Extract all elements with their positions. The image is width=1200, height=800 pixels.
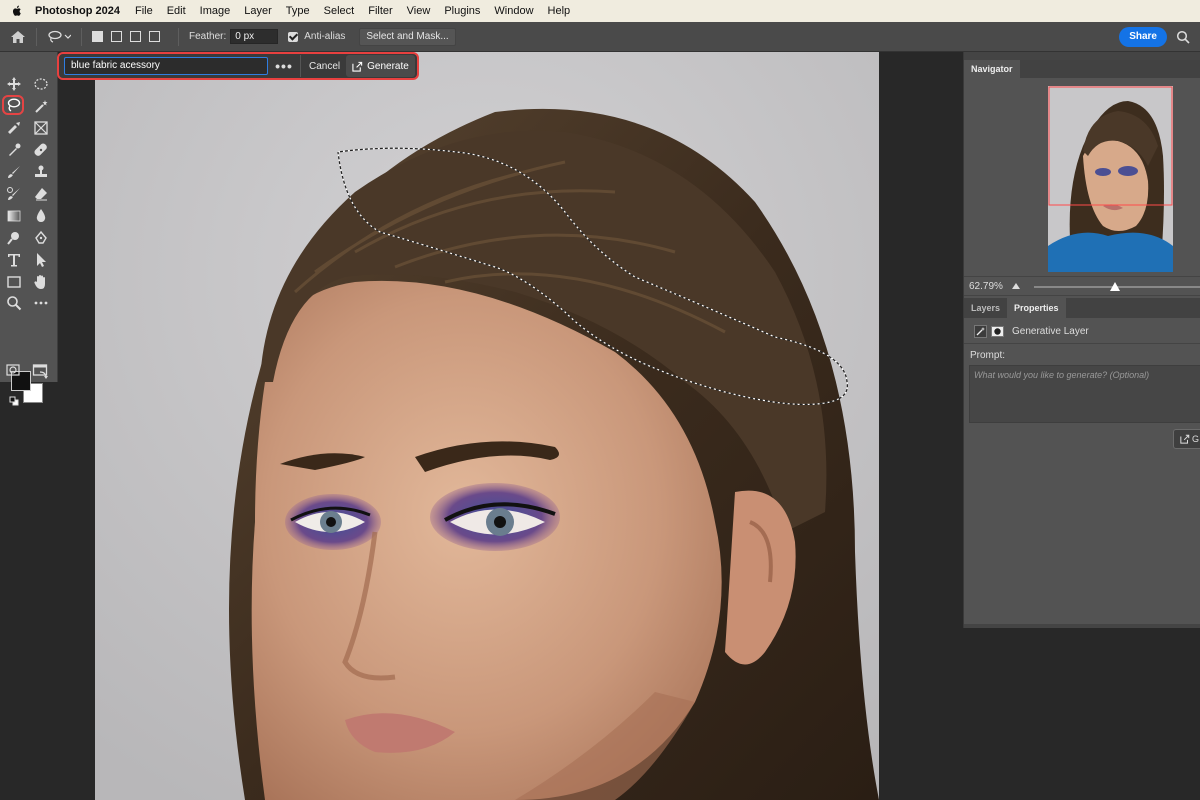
menu-edit[interactable]: Edit [167, 5, 186, 17]
search-icon[interactable] [1176, 30, 1190, 44]
mac-menubar: Photoshop 2024 File Edit Image Layer Typ… [0, 0, 1200, 22]
zoom-tool-icon[interactable] [3, 293, 25, 313]
lasso-tool-icon[interactable] [2, 95, 24, 115]
menu-window[interactable]: Window [494, 5, 533, 17]
divider [300, 55, 301, 77]
anti-alias-checkbox[interactable] [288, 31, 299, 42]
marquee-tool-icon[interactable] [30, 74, 52, 94]
eraser-icon[interactable] [30, 184, 52, 204]
generate-button[interactable]: Generate [346, 55, 415, 77]
frame-tool-icon[interactable] [30, 118, 52, 138]
navigator-preview-image [1048, 86, 1173, 272]
path-selection-icon[interactable] [30, 250, 52, 270]
menu-image[interactable]: Image [200, 5, 231, 17]
share-button[interactable]: Share [1119, 27, 1167, 47]
pen-tool-icon[interactable] [30, 228, 52, 248]
divider [81, 27, 82, 46]
tab-navigator[interactable]: Navigator [964, 60, 1020, 78]
menu-layer[interactable]: Layer [244, 5, 272, 17]
options-bar: Feather: 0 px Anti-alias Select and Mask… [0, 22, 1200, 52]
menu-type[interactable]: Type [286, 5, 310, 17]
stamp-tool-icon[interactable] [30, 162, 52, 182]
contextual-task-bar: blue fabric acessory ••• Cancel Generate [57, 52, 419, 80]
home-icon[interactable] [10, 29, 26, 45]
quick-mask-icon[interactable] [2, 360, 24, 380]
properties-prompt-input[interactable]: What would you like to generate? (Option… [969, 365, 1200, 423]
feather-input[interactable]: 0 px [230, 29, 279, 44]
menu-help[interactable]: Help [548, 5, 571, 17]
navigator-thumbnail[interactable] [1048, 86, 1173, 272]
healing-brush-icon[interactable] [30, 140, 52, 160]
navigator-tabs: Navigator [964, 60, 1200, 78]
more-tools-icon[interactable] [30, 293, 52, 313]
brush-tool-icon[interactable] [3, 162, 25, 182]
feather-label: Feather: [189, 31, 227, 42]
blur-tool-icon[interactable] [30, 206, 52, 226]
object-selection-icon[interactable] [3, 118, 25, 138]
menu-filter[interactable]: Filter [368, 5, 392, 17]
magic-wand-icon[interactable] [30, 96, 52, 116]
select-and-mask-button[interactable]: Select and Mask... [359, 27, 456, 46]
intersect-selection-mode[interactable] [149, 31, 160, 42]
navigator-zoom-row: 62.79% [964, 276, 1200, 296]
dodge-tool-icon[interactable] [3, 228, 25, 248]
document-area [58, 52, 962, 800]
subtract-selection-mode[interactable] [130, 31, 141, 42]
generate-short-label: G [1192, 434, 1200, 444]
move-tool-icon[interactable] [3, 74, 25, 94]
menu-plugins[interactable]: Plugins [444, 5, 480, 17]
layers-properties-tabs: Layers Properties [964, 298, 1200, 318]
prompt-label: Prompt: [970, 350, 1006, 361]
menu-select[interactable]: Select [324, 5, 355, 17]
menu-view[interactable]: View [407, 5, 431, 17]
generate-label: Generate [367, 60, 409, 72]
menu-file[interactable]: File [135, 5, 153, 17]
default-colors-icon[interactable] [9, 396, 19, 406]
apple-icon[interactable] [10, 4, 24, 18]
lasso-preset-icon[interactable] [47, 30, 71, 44]
divider [178, 27, 179, 46]
rectangle-tool-icon[interactable] [3, 272, 25, 292]
tab-properties[interactable]: Properties [1007, 298, 1066, 318]
photoshop-window: Photoshop 2024 File Edit Image Layer Typ… [0, 0, 1200, 800]
portrait-image [95, 52, 879, 800]
anti-alias-label: Anti-alias [304, 31, 346, 42]
zoom-value[interactable]: 62.79% [969, 281, 1003, 292]
add-selection-mode[interactable] [111, 31, 122, 42]
hand-tool-icon[interactable] [30, 272, 52, 292]
generate-icon [352, 61, 363, 72]
layer-type-label: Generative Layer [1012, 326, 1089, 337]
new-selection-mode[interactable] [92, 31, 103, 42]
properties-generate-button[interactable]: G [1173, 429, 1200, 449]
app-name[interactable]: Photoshop 2024 [35, 5, 120, 17]
tools-panel [0, 52, 58, 406]
more-options-button[interactable]: ••• [272, 59, 296, 73]
screen-mode-icon[interactable] [29, 360, 51, 380]
layer-mask-icon [991, 326, 1004, 337]
panel-grip[interactable] [964, 52, 1200, 60]
zoom-slider-thumb[interactable] [1110, 282, 1120, 291]
panel-bottom-edge [964, 624, 1200, 628]
cancel-button[interactable]: Cancel [305, 61, 344, 72]
divider [36, 27, 37, 46]
zoom-out-icon[interactable] [1012, 283, 1020, 289]
history-brush-icon[interactable] [3, 184, 25, 204]
properties-header: Generative Layer [964, 320, 1200, 344]
generate-icon [1180, 434, 1190, 444]
eyedropper-icon[interactable] [3, 140, 25, 160]
type-tool-icon[interactable] [3, 250, 25, 270]
tab-layers[interactable]: Layers [964, 298, 1007, 318]
gradient-tool-icon[interactable] [3, 206, 25, 226]
generative-prompt-input[interactable]: blue fabric acessory [64, 57, 268, 75]
generative-layer-icon [974, 325, 987, 338]
right-panels: Navigator 62.79% Layers Properties Gener… [963, 52, 1200, 628]
image-canvas[interactable] [95, 52, 879, 800]
